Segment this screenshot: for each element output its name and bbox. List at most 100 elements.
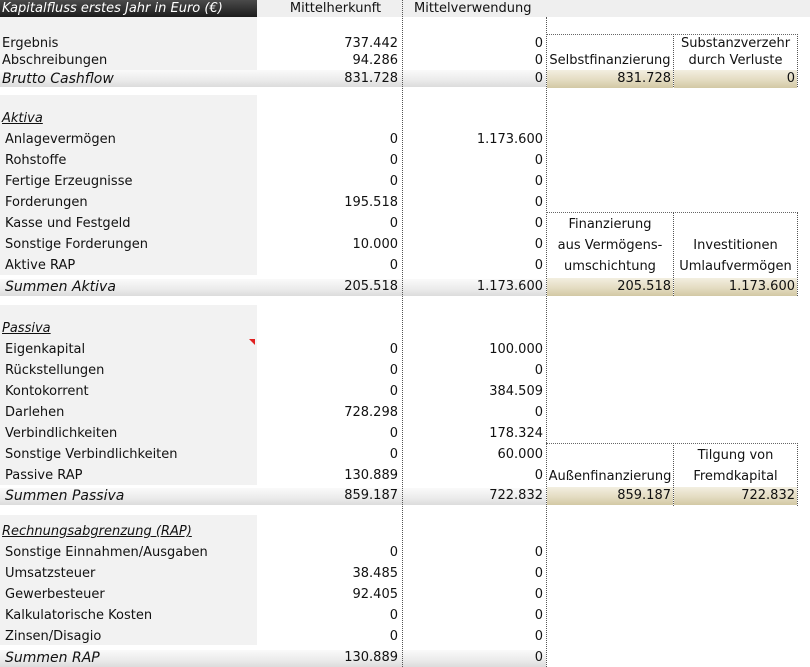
row-label: Zinsen/Disagio — [5, 629, 102, 644]
summary-label: Tilgung von — [697, 448, 774, 463]
row-herkunft[interactable]: 0 — [257, 173, 398, 191]
row-herkunft[interactable]: 94.286 — [257, 52, 399, 70]
summary-value[interactable]: 831.728 — [547, 70, 673, 88]
row-herkunft[interactable]: 0 — [257, 257, 398, 275]
row-verwendung[interactable]: 0 — [402, 257, 543, 275]
summary-label: Investitionen — [693, 238, 778, 253]
row-herkunft[interactable]: 0 — [257, 544, 398, 562]
box-border — [546, 443, 798, 444]
section-heading-passiva: Passiva — [2, 321, 51, 336]
row-herkunft[interactable]: 728.298 — [257, 404, 398, 422]
total-verwendung[interactable]: 0 — [402, 649, 543, 667]
row-herkunft[interactable]: 10.000 — [257, 236, 399, 254]
row-herkunft[interactable]: 0 — [257, 425, 398, 443]
row-label: Gewerbesteuer — [5, 587, 105, 602]
row-herkunft[interactable]: 0 — [257, 341, 398, 359]
summary-label: Finanzierung — [568, 217, 652, 232]
row-herkunft[interactable]: 0 — [257, 628, 398, 646]
row-verwendung[interactable]: 0 — [402, 467, 543, 485]
row-label: Kontokorrent — [5, 384, 89, 399]
total-label: Summen RAP — [5, 650, 100, 666]
column-header-herkunft: Mittelherkunft — [257, 0, 402, 17]
section-heading-aktiva: Aktiva — [2, 111, 43, 126]
row-label: Verbindlichkeiten — [5, 426, 118, 441]
row-label: Kasse und Festgeld — [5, 216, 131, 231]
total-verwendung[interactable]: 722.832 — [402, 487, 543, 505]
row-herkunft[interactable]: 0 — [257, 152, 398, 170]
row-label: Passive RAP — [5, 468, 83, 483]
summary-value[interactable]: 859.187 — [547, 487, 673, 505]
total-label: Summen Passiva — [5, 488, 125, 504]
row-herkunft[interactable]: 92.405 — [257, 586, 399, 604]
row-herkunft[interactable]: 0 — [257, 446, 398, 464]
total-herkunft[interactable]: 205.518 — [257, 278, 398, 296]
row-label: Abschreibungen — [2, 53, 108, 68]
row-verwendung[interactable]: 0 — [402, 565, 543, 583]
row-label: Sonstige Einnahmen/Ausgaben — [5, 545, 208, 560]
total-verwendung[interactable]: 1.173.600 — [402, 278, 543, 296]
row-verwendung[interactable]: 0 — [402, 35, 543, 53]
row-herkunft[interactable]: 737.442 — [257, 35, 398, 53]
row-verwendung[interactable]: 0 — [402, 586, 543, 604]
row-verwendung[interactable]: 0 — [402, 607, 543, 625]
row-label: Fertige Erzeugnisse — [5, 174, 133, 189]
row-verwendung[interactable]: 0 — [402, 152, 543, 170]
row-label: Kalkulatorische Kosten — [5, 608, 153, 623]
row-verwendung[interactable]: 178.324 — [402, 425, 543, 443]
row-verwendung[interactable]: 384.509 — [402, 383, 543, 401]
summary-label: Umlaufvermögen — [679, 259, 792, 274]
row-label: Rohstoffe — [5, 153, 67, 168]
row-herkunft[interactable]: 0 — [257, 383, 398, 401]
comment-marker-icon[interactable] — [249, 339, 255, 345]
summary-value[interactable]: 722.832 — [674, 487, 797, 505]
row-herkunft[interactable]: 0 — [257, 131, 398, 149]
row-verwendung[interactable]: 0 — [402, 544, 543, 562]
row-verwendung[interactable]: 1.173.600 — [402, 131, 543, 149]
total-label: Summen Aktiva — [5, 279, 116, 295]
row-label: Sonstige Forderungen — [5, 237, 148, 252]
row-label: Umsatzsteuer — [5, 566, 96, 581]
summary-label: umschichtung — [564, 259, 656, 274]
row-herkunft[interactable]: 0 — [257, 362, 398, 380]
row-label: Rückstellungen — [5, 363, 105, 378]
summary-label: Außenfinanzierung — [548, 469, 672, 484]
summary-value[interactable]: 205.518 — [547, 278, 673, 296]
summary-value[interactable]: 1.173.600 — [674, 278, 797, 296]
row-verwendung[interactable]: 0 — [402, 362, 543, 380]
row-label: Eigenkapital — [5, 342, 86, 357]
box-border — [797, 34, 798, 87]
row-herkunft[interactable]: 38.485 — [257, 565, 399, 583]
section-heading-rap: Rechnungsabgrenzung (RAP) — [2, 524, 192, 539]
row-label: Anlagevermögen — [5, 132, 116, 147]
row-verwendung[interactable]: 0 — [402, 404, 543, 422]
box-border — [546, 212, 798, 213]
box-border — [797, 443, 798, 506]
summary-value[interactable]: 0 — [674, 70, 797, 88]
total-herkunft[interactable]: 130.889 — [257, 649, 398, 667]
row-verwendung[interactable]: 100.000 — [402, 341, 543, 359]
row-verwendung[interactable]: 0 — [402, 52, 543, 70]
column-header-verwendung: Mittelverwendung — [402, 0, 810, 17]
row-verwendung[interactable]: 0 — [402, 173, 543, 191]
box-border — [797, 212, 798, 296]
total-herkunft[interactable]: 831.728 — [257, 70, 398, 88]
total-label: Brutto Cashflow — [2, 71, 114, 87]
row-label: Darlehen — [5, 405, 65, 420]
row-verwendung[interactable]: 0 — [402, 194, 543, 212]
row-herkunft[interactable]: 130.889 — [257, 467, 398, 485]
row-label: Aktive RAP — [5, 258, 76, 273]
row-verwendung[interactable]: 0 — [402, 236, 543, 254]
total-verwendung[interactable]: 0 — [402, 70, 543, 88]
row-verwendung[interactable]: 60.000 — [402, 446, 544, 464]
total-herkunft[interactable]: 859.187 — [257, 487, 398, 505]
row-herkunft[interactable]: 195.518 — [257, 194, 398, 212]
column-divider — [546, 17, 547, 667]
row-verwendung[interactable]: 0 — [402, 215, 543, 233]
row-verwendung[interactable]: 0 — [402, 628, 543, 646]
sheet-title: Kapitalfluss erstes Jahr in Euro (€) — [0, 0, 257, 17]
summary-label: aus Vermögens- — [557, 238, 663, 253]
row-label: Ergebnis — [2, 36, 59, 51]
row-herkunft[interactable]: 0 — [257, 215, 398, 233]
summary-label: Fremdkapital — [693, 469, 778, 484]
row-herkunft[interactable]: 0 — [257, 607, 398, 625]
